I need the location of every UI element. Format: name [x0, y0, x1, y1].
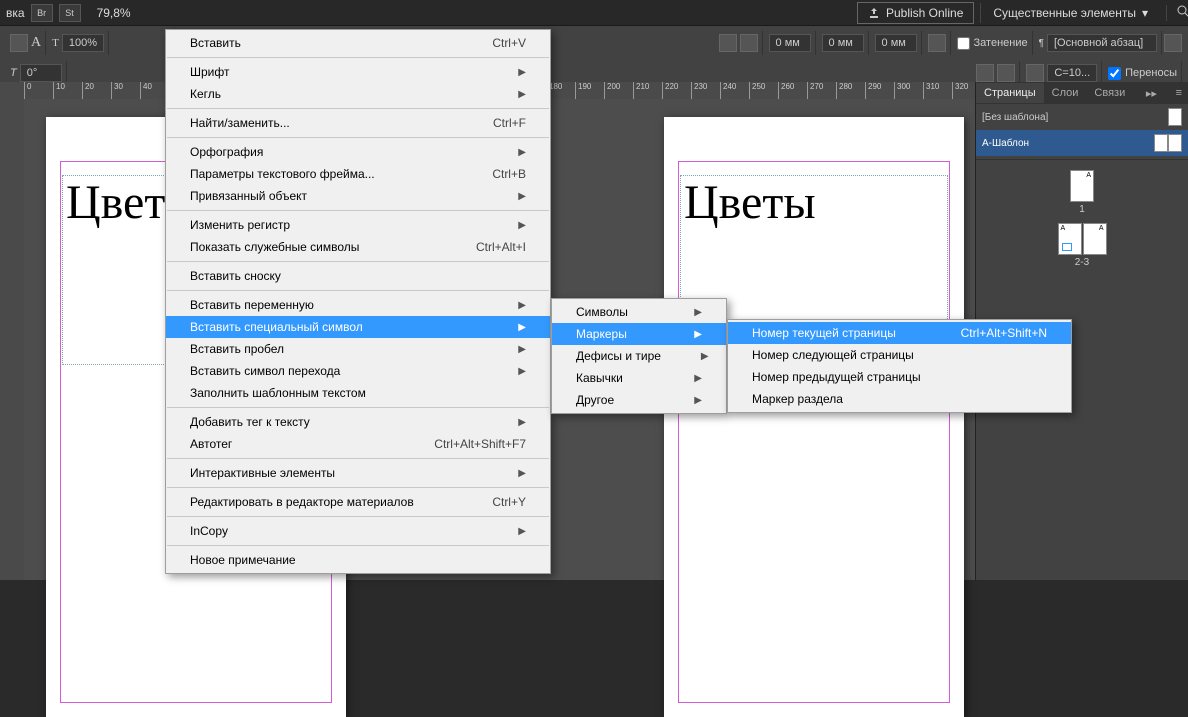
pilcrow-icon: ¶	[1039, 38, 1044, 49]
publish-online-button[interactable]: Publish Online	[857, 2, 974, 24]
mi-anchored[interactable]: Привязанный объект▶	[166, 185, 550, 207]
master-none[interactable]: [Без шаблона]	[976, 104, 1188, 130]
master-a-label: A-Шаблон	[982, 138, 1029, 149]
mi-incopy[interactable]: InCopy▶	[166, 520, 550, 542]
tab-layers[interactable]: Слои	[1044, 83, 1087, 103]
tab-links[interactable]: Связи	[1086, 83, 1133, 103]
mi-frame-opts[interactable]: Параметры текстового фрейма...Ctrl+B	[166, 163, 550, 185]
mi-size[interactable]: Кегль▶	[166, 83, 550, 105]
tab-pages[interactable]: Страницы	[976, 83, 1044, 103]
mi-variable[interactable]: Вставить переменную▶	[166, 294, 550, 316]
vertical-ruler[interactable]	[0, 82, 24, 580]
mi-markers[interactable]: Маркеры▶	[552, 323, 726, 345]
upload-icon	[868, 7, 880, 19]
para-style-field[interactable]: [Основной абзац]	[1047, 34, 1157, 52]
document-heading-left: Цвет	[66, 175, 165, 230]
misc-icon[interactable]	[1026, 64, 1044, 82]
shading-label: Затенение	[974, 37, 1028, 49]
mi-next-page[interactable]: Номер следующей страницы	[728, 344, 1071, 366]
mi-edit-story[interactable]: Редактировать в редакторе материаловCtrl…	[166, 491, 550, 513]
mi-add-tag[interactable]: Добавить тег к тексту▶	[166, 411, 550, 433]
mi-spelling[interactable]: Орфография▶	[166, 141, 550, 163]
mi-section-marker[interactable]: Маркер раздела	[728, 388, 1071, 410]
bridge-icon[interactable]: Br	[31, 4, 53, 22]
mi-hyphens[interactable]: Дефисы и тире▶	[552, 345, 726, 367]
list-icon[interactable]	[928, 34, 946, 52]
grid-icon[interactable]	[976, 64, 994, 82]
mi-autotag[interactable]: АвтотегCtrl+Alt+Shift+F7	[166, 433, 550, 455]
submenu-special: Символы▶ Маркеры▶ Дефисы и тире▶ Кавычки…	[551, 298, 727, 414]
angle-field[interactable]: 0°	[20, 64, 62, 82]
t-icon: T	[52, 37, 59, 49]
page-label-23: 2-3	[1058, 257, 1107, 268]
collapse-icon[interactable]: ▸▸	[1140, 87, 1163, 100]
type-a-icon: A	[31, 35, 41, 51]
mi-show-hidden[interactable]: Показать служебные символыCtrl+Alt+I	[166, 236, 550, 258]
page-thumb-2[interactable]: A	[1058, 223, 1082, 255]
mi-paste[interactable]: ВставитьCtrl+V	[166, 32, 550, 54]
mi-symbols[interactable]: Символы▶	[552, 301, 726, 323]
swatch-field[interactable]: C=10...	[1047, 64, 1097, 82]
workspace-switcher[interactable]: Существенные элементы ▾	[980, 3, 1160, 23]
document-heading-right: Цветы	[684, 175, 816, 230]
mi-interactive[interactable]: Интерактивные элементы▶	[166, 462, 550, 484]
page-thumb-1[interactable]: A	[1070, 170, 1094, 202]
master-thumb	[1168, 108, 1182, 126]
search-icon[interactable]	[1166, 5, 1182, 21]
mi-special-char[interactable]: Вставить специальный символ▶	[166, 316, 550, 338]
indent-left-field[interactable]: 0 мм	[769, 34, 811, 52]
align-icon[interactable]	[719, 34, 737, 52]
mi-whitespace[interactable]: Вставить пробел▶	[166, 338, 550, 360]
mi-new-note[interactable]: Новое примечание	[166, 549, 550, 571]
hyphenation-checkbox[interactable]	[1108, 67, 1121, 80]
chevron-down-icon: ▾	[1142, 6, 1148, 20]
master-thumb-l	[1154, 134, 1168, 152]
mi-current-page[interactable]: Номер текущей страницыCtrl+Alt+Shift+N	[728, 322, 1071, 344]
mi-find[interactable]: Найти/заменить...Ctrl+F	[166, 112, 550, 134]
mi-footnote[interactable]: Вставить сноску	[166, 265, 550, 287]
page-label-1: 1	[1070, 204, 1094, 215]
submenu-markers: Номер текущей страницыCtrl+Alt+Shift+N Н…	[727, 319, 1072, 413]
workspace-label: Существенные элементы	[993, 6, 1136, 20]
stock-icon[interactable]: St	[59, 4, 81, 22]
rotate-icon: T	[10, 67, 17, 79]
panel-menu-icon[interactable]	[1164, 34, 1182, 52]
page-right[interactable]: Цветы	[664, 117, 964, 717]
mi-quotes[interactable]: Кавычки▶	[552, 367, 726, 389]
panel-tabs: Страницы Слои Связи ▸▸ ≡	[976, 82, 1188, 104]
align2-icon[interactable]	[740, 34, 758, 52]
master-thumb-r	[1168, 134, 1182, 152]
char-format-icon[interactable]	[10, 34, 28, 52]
hyphen-label: Переносы	[1125, 67, 1177, 79]
shading-checkbox[interactable]	[957, 37, 970, 50]
master-a[interactable]: A-Шаблон	[976, 130, 1188, 156]
app-topbar: вка Br St 79,8% Publish Online Существен…	[0, 0, 1188, 26]
font-size-field[interactable]: 100%	[62, 34, 104, 52]
space-before-field[interactable]: 0 мм	[875, 34, 917, 52]
page-thumb-3[interactable]: A	[1083, 223, 1107, 255]
context-menu: ВставитьCtrl+V Шрифт▶ Кегль▶ Найти/замен…	[165, 29, 551, 574]
pages-thumbnails: A 1 A A 2-3	[976, 160, 1188, 278]
mi-change-case[interactable]: Изменить регистр▶	[166, 214, 550, 236]
mi-font[interactable]: Шрифт▶	[166, 61, 550, 83]
mi-prev-page[interactable]: Номер предыдущей страницы	[728, 366, 1071, 388]
master-none-label: [Без шаблона]	[982, 112, 1048, 123]
zoom-level[interactable]: 79,8%	[97, 6, 131, 20]
mi-placeholder[interactable]: Заполнить шаблонным текстом	[166, 382, 550, 404]
truncated-text: вка	[6, 6, 25, 20]
grid2-icon[interactable]	[997, 64, 1015, 82]
publish-label: Publish Online	[886, 6, 963, 20]
indent-right-field[interactable]: 0 мм	[822, 34, 864, 52]
mi-break[interactable]: Вставить символ перехода▶	[166, 360, 550, 382]
panel-menu-icon[interactable]: ≡	[1170, 87, 1188, 99]
mi-other[interactable]: Другое▶	[552, 389, 726, 411]
